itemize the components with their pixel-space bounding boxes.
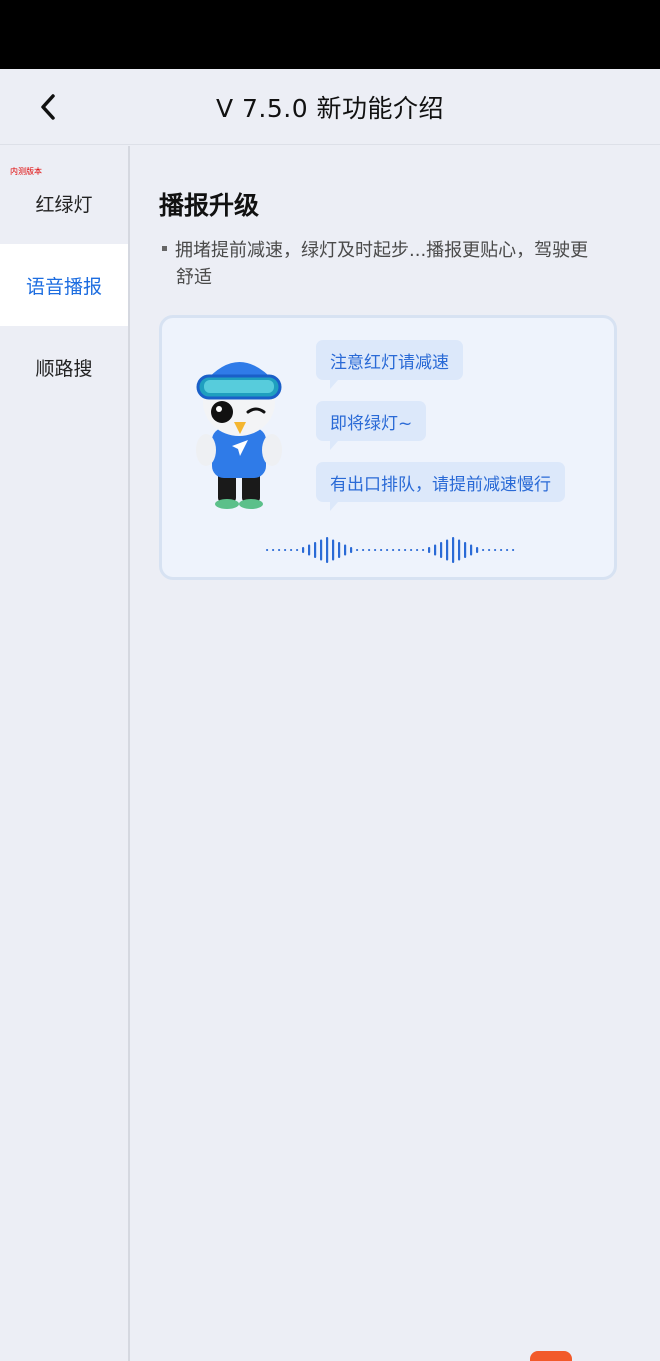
feature-description: 拥堵提前减速，绿灯及时起步...播报更贴心，驾驶更 舒适 [162,237,640,291]
sidebar-item-traffic-light[interactable]: 红绿灯 [0,162,128,244]
status-bar [0,0,660,69]
mascot-illustration [196,362,282,509]
description-line-1: 拥堵提前减速，绿灯及时起步...播报更贴心，驾驶更 [175,240,589,261]
main-content: 播报升级 拥堵提前减速，绿灯及时起步...播报更贴心，驾驶更 舒适 注意红灯请减… [130,146,660,1361]
description-line-2: 舒适 [176,267,212,288]
page-title: V 7.5.0 新功能介绍 [215,94,445,123]
speech-bubble-red-light: 注意红灯请减速 [316,340,463,389]
chevron-left-icon [41,94,55,120]
sidebar-item-label: 顺路搜 [35,357,93,380]
sidebar: 内测版本 红绿灯 语音播报 顺路搜 [0,146,130,1361]
floating-tab [530,1351,572,1361]
sidebar-item-along-route-search[interactable]: 顺路搜 [0,326,128,408]
sidebar-item-voice-broadcast[interactable]: 语音播报 [0,244,128,326]
sidebar-item-label: 红绿灯 [35,193,93,216]
bullet-icon [162,245,167,251]
speech-bubble-green-light: 即将绿灯~ [316,401,427,450]
sidebar-item-label: 语音播报 [25,275,102,298]
speech-bubble-exit-queue: 有出口排队，请提前减速慢行 [316,462,565,511]
section-title: 播报升级 [159,191,260,220]
bubble-text: 有出口排队，请提前减速慢行 [330,474,551,495]
bubble-text: 注意红灯请减速 [330,352,449,373]
back-button[interactable] [30,89,66,125]
feature-preview-card: 注意红灯请减速 即将绿灯~ 有出口排队，请提前减速慢行 [159,315,617,580]
header: V 7.5.0 新功能介绍 [0,69,660,145]
bubble-text: 即将绿灯~ [330,413,413,434]
audio-waveform-icon [266,537,515,563]
